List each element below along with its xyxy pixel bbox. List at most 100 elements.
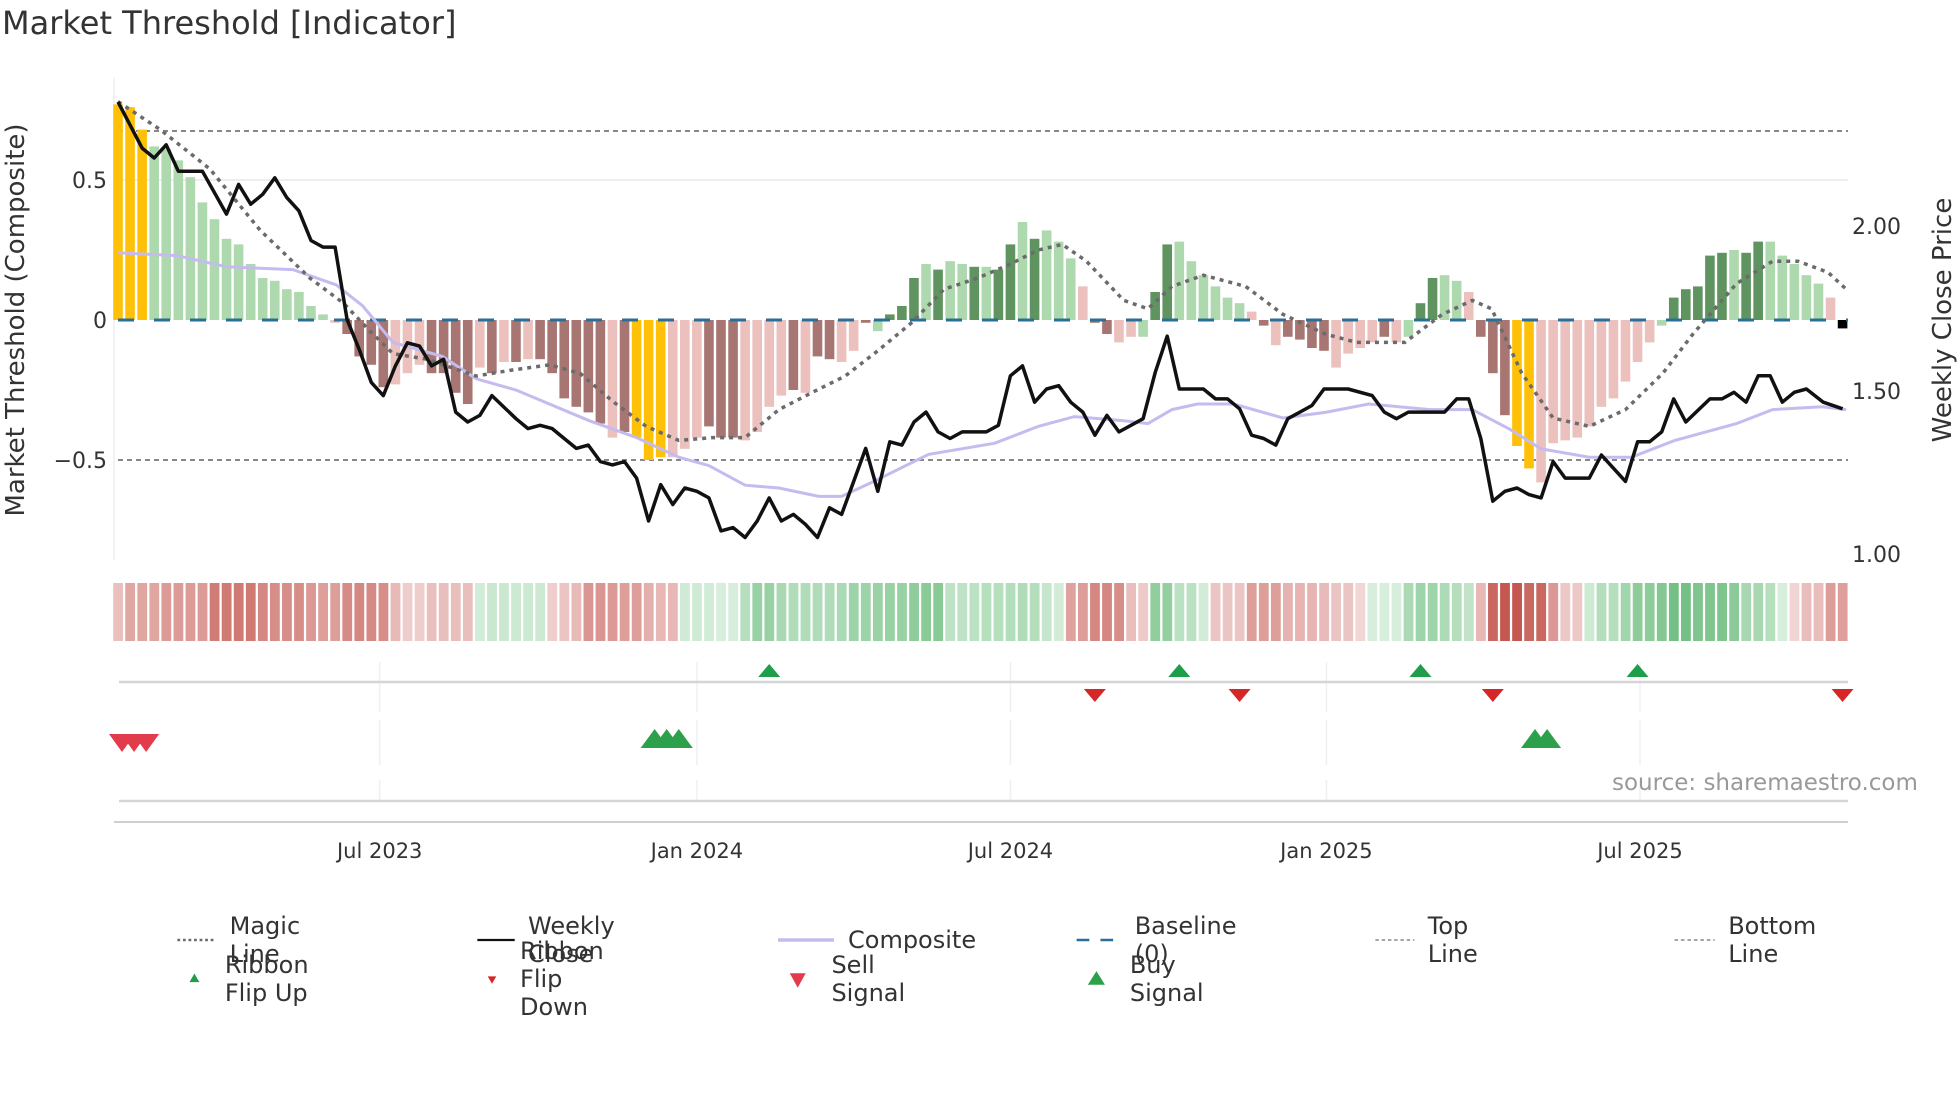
composite-bar <box>752 320 762 432</box>
composite-bar <box>1693 286 1703 320</box>
ribbon-flip-down-marker <box>1228 689 1251 702</box>
composite-bar <box>1270 320 1281 346</box>
x-tick-label: Jan 2024 <box>649 839 744 863</box>
ribbon-cell <box>1488 583 1498 641</box>
ribbon-cell <box>1343 583 1354 641</box>
ribbon-cell <box>257 583 268 641</box>
ribbon-cell <box>1596 583 1607 641</box>
composite-bar <box>1415 303 1426 320</box>
ribbon-cell <box>149 583 160 641</box>
composite-bar <box>1681 289 1691 320</box>
ribbon-cell <box>1572 583 1583 641</box>
ribbon-cell <box>1029 583 1040 641</box>
trend-ribbon <box>113 583 1848 641</box>
composite-bar <box>269 280 280 320</box>
ribbon-cell <box>1065 583 1076 641</box>
ribbon-cell <box>1693 583 1703 641</box>
composite-bar <box>559 320 570 399</box>
ribbon-cell <box>547 583 558 641</box>
ribbon-cell <box>619 583 630 641</box>
composite-bar <box>1632 320 1643 362</box>
composite-bar <box>571 320 582 407</box>
ribbon-flip-down-marker <box>1481 689 1504 702</box>
composite-bar <box>1753 241 1763 320</box>
composite-bar <box>149 146 159 320</box>
ribbon-cell <box>1475 583 1486 641</box>
left-tick-label: 0 <box>93 309 107 334</box>
ribbon-cell <box>848 583 859 641</box>
ribbon-cell <box>812 583 823 641</box>
ribbon-cell <box>1463 583 1474 641</box>
ribbon-cell <box>860 583 871 641</box>
ribbon-cell <box>1681 583 1691 641</box>
ribbon-cell <box>523 583 534 641</box>
ribbon-cell <box>1415 583 1426 641</box>
composite-bar <box>704 320 714 427</box>
ribbon-cell <box>1777 583 1788 641</box>
ribbon-cell <box>462 583 473 641</box>
ribbon-cell <box>294 583 304 641</box>
composite-bar <box>1210 286 1221 320</box>
composite-bar <box>728 320 738 438</box>
ribbon-flip-down-marker <box>1083 689 1106 702</box>
ribbon-cell <box>245 583 256 641</box>
triangle-up-icon <box>1087 971 1105 985</box>
ribbon-cell <box>426 583 437 641</box>
composite-bar <box>1512 320 1522 446</box>
composite-bar <box>185 177 196 320</box>
ribbon-cell <box>1765 583 1776 641</box>
composite-bar <box>1777 255 1788 320</box>
ribbon-cell <box>728 583 739 641</box>
composite-bars <box>113 104 1848 483</box>
composite-bar <box>945 261 955 320</box>
composite-bar <box>1391 320 1402 343</box>
composite-bar <box>1451 280 1462 320</box>
composite-bar <box>1283 320 1293 337</box>
composite-bar <box>1608 320 1619 399</box>
composite-bar <box>583 320 594 413</box>
ribbon-flip-down-marker <box>1831 689 1854 702</box>
ribbon-cell <box>933 583 944 641</box>
composite-bar <box>1379 320 1390 337</box>
composite-bar <box>1668 297 1679 320</box>
ribbon-cell <box>969 583 980 641</box>
ribbon-cell <box>776 583 787 641</box>
composite-bar <box>1813 283 1824 320</box>
ribbon-cell <box>499 583 509 641</box>
ribbon-cell <box>1656 583 1667 641</box>
composite-bar <box>1041 230 1052 320</box>
ribbon-cell <box>897 583 907 641</box>
dashed-gray-line-icon <box>1375 939 1415 941</box>
ribbon-cell <box>1150 583 1161 641</box>
composite-bar <box>1620 320 1631 382</box>
composite-bar <box>173 160 184 320</box>
ribbon-cell <box>1427 583 1438 641</box>
left-axis-label: Market Threshold (Composite) <box>1 123 31 516</box>
dashed-blue-line-icon <box>1076 938 1122 942</box>
ribbon-cell <box>1439 583 1450 641</box>
composite-bar <box>161 149 172 320</box>
composite-bar <box>1705 255 1715 320</box>
composite-bar <box>872 320 883 332</box>
composite-bar <box>740 320 750 441</box>
ribbon-cell <box>137 583 148 641</box>
ribbon-cell <box>788 583 799 641</box>
composite-bar <box>1741 252 1751 320</box>
composite-bar <box>800 320 811 393</box>
composite-bar <box>1138 320 1148 337</box>
composite-bar <box>282 289 292 320</box>
ribbon-cell <box>318 583 329 641</box>
ribbon-cell <box>1234 583 1245 641</box>
composite-bar <box>1644 320 1655 343</box>
ribbon-cell <box>1548 583 1559 641</box>
ribbon-cell <box>1258 583 1269 641</box>
ribbon-cell <box>1355 583 1366 641</box>
ribbon-cell <box>692 583 702 641</box>
ribbon-cell <box>667 583 678 641</box>
composite-bar <box>1801 275 1812 320</box>
ribbon-cell <box>1813 583 1824 641</box>
ribbon-cell <box>1512 583 1522 641</box>
composite-bar <box>1102 320 1112 334</box>
legend-label: Ribbon Flip Down <box>520 937 604 1021</box>
ribbon-cell <box>583 583 594 641</box>
